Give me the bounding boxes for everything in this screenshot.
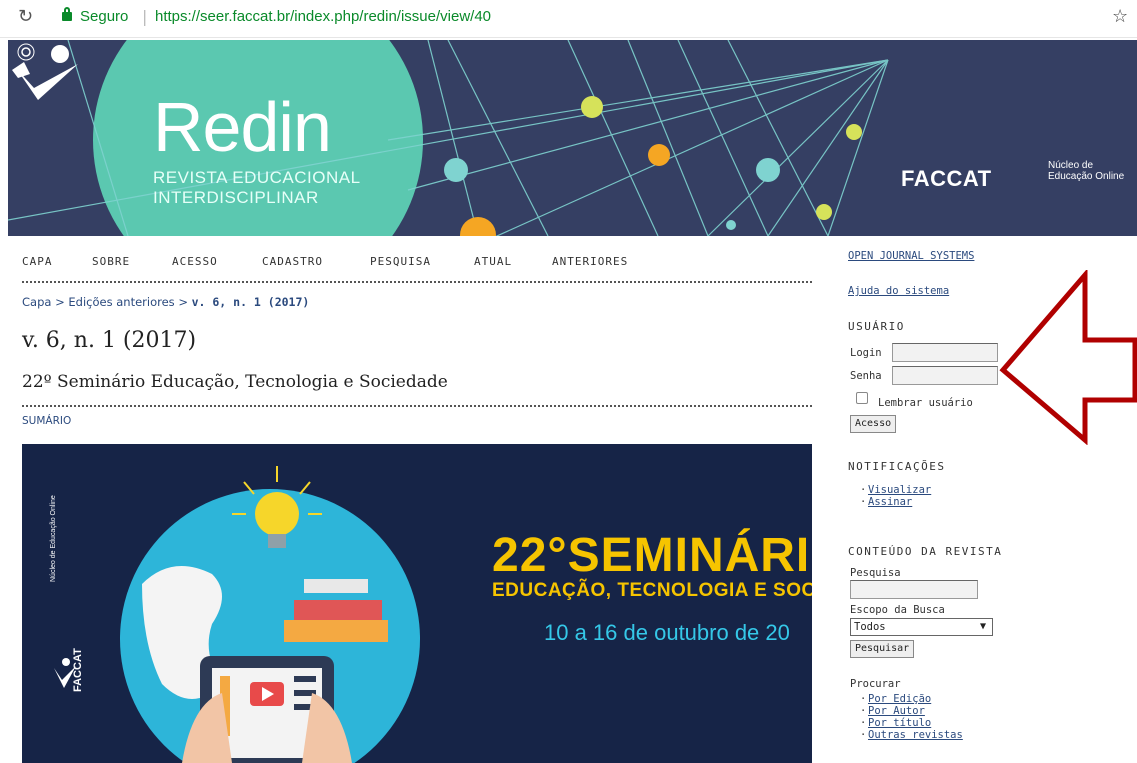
remember-label: Lembrar usuário bbox=[878, 397, 973, 409]
cover-side-faccat: FACCAT bbox=[72, 648, 84, 692]
journal-logo-subtitle-1: REVISTA EDUCACIONAL bbox=[153, 168, 361, 187]
address-separator: | bbox=[142, 7, 148, 26]
main-nav: CAPA SOBRE ACESSO CADASTRO PESQUISA ATUA… bbox=[22, 255, 812, 283]
cover-event-subtitle: EDUCAÇÃO, TECNOLOGIA E SOC bbox=[492, 580, 812, 601]
notifications-subscribe-link[interactable]: Assinar bbox=[868, 496, 912, 508]
search-button[interactable]: Pesquisar bbox=[850, 640, 915, 658]
list-item: · Outras revistas bbox=[860, 729, 963, 741]
browse-by-author-link[interactable]: Por Autor bbox=[868, 705, 925, 717]
list-item: · Visualizar bbox=[860, 484, 932, 496]
breadcrumb-archive[interactable]: Edições anteriores bbox=[68, 295, 174, 309]
breadcrumb-home[interactable]: Capa bbox=[22, 295, 51, 309]
cover-side-nucleo: Núcleo de Educação Online bbox=[50, 495, 57, 582]
toc-heading: SUMÁRIO bbox=[22, 415, 72, 427]
browse-label: Procurar bbox=[850, 678, 901, 690]
divider bbox=[22, 405, 812, 407]
lock-icon bbox=[62, 7, 72, 21]
dropdown-arrow-icon: ▼ bbox=[979, 621, 986, 632]
secure-label: Seguro bbox=[80, 8, 129, 25]
notifications-heading: NOTIFICAÇÕES bbox=[848, 460, 946, 473]
ojs-link[interactable]: OPEN JOURNAL SYSTEMS bbox=[848, 250, 974, 262]
faccat-logo-text: FACCAT bbox=[901, 166, 992, 191]
nav-anteriores[interactable]: ANTERIORES bbox=[552, 255, 628, 268]
issue-cover-image: 22°SEMINÁRIO EDUCAÇÃO, TECNOLOGIA E SOC … bbox=[22, 444, 812, 763]
login-label: Login bbox=[850, 347, 882, 359]
journal-logo-title: Redin bbox=[153, 88, 332, 166]
nav-cadastro[interactable]: CADASTRO bbox=[262, 255, 323, 268]
page-title: v. 6, n. 1 (2017) bbox=[22, 328, 197, 353]
breadcrumb-sep-2: > bbox=[178, 295, 188, 309]
nucleo-line-2: Educação Online bbox=[1048, 171, 1125, 182]
help-link[interactable]: Ajuda do sistema bbox=[848, 285, 949, 297]
content-heading: CONTEÚDO DA REVISTA bbox=[848, 545, 1003, 558]
scope-label: Escopo da Busca bbox=[850, 604, 945, 616]
browse-other-journals-link[interactable]: Outras revistas bbox=[868, 729, 963, 741]
url-field[interactable]: https://seer.faccat.br/index.php/redin/i… bbox=[155, 8, 491, 25]
user-heading: USUÁRIO bbox=[848, 320, 905, 333]
search-label: Pesquisa bbox=[850, 567, 901, 579]
browse-by-issue-link[interactable]: Por Edição bbox=[868, 693, 931, 705]
breadcrumb-sep-1: > bbox=[55, 295, 65, 309]
notifications-list: · Visualizar · Assinar bbox=[860, 484, 931, 508]
annotation-arrow-icon bbox=[999, 270, 1137, 445]
nav-pesquisa[interactable]: PESQUISA bbox=[370, 255, 431, 268]
login-button[interactable]: Acesso bbox=[850, 415, 897, 433]
list-item: · Por Autor bbox=[860, 705, 925, 717]
cover-event-dates: 10 a 16 de outubro de 20 bbox=[544, 620, 790, 645]
password-field[interactable] bbox=[892, 366, 998, 385]
nav-atual[interactable]: ATUAL bbox=[474, 255, 512, 268]
list-item: · Por Edição bbox=[860, 693, 932, 705]
browse-list: · Por Edição · Por Autor · Por título · Outr… bbox=[860, 693, 963, 741]
login-field[interactable] bbox=[892, 343, 998, 362]
breadcrumb-current[interactable]: v. 6, n. 1 (2017) bbox=[192, 295, 310, 309]
notifications-view-link[interactable]: Visualizar bbox=[868, 484, 931, 496]
nav-capa[interactable]: CAPA bbox=[22, 255, 53, 268]
scope-select[interactable]: Todos ▼ bbox=[850, 618, 993, 636]
search-input[interactable] bbox=[850, 580, 978, 599]
scope-selected: Todos bbox=[854, 621, 886, 633]
journal-logo[interactable]: Redin REVISTA EDUCACIONAL INTERDISCIPLIN… bbox=[153, 92, 361, 208]
list-item: · Assinar bbox=[860, 496, 913, 508]
breadcrumb: Capa > Edições anteriores > v. 6, n. 1 (… bbox=[22, 295, 309, 309]
nucleo-logo-icon bbox=[12, 43, 35, 78]
star-icon[interactable]: ☆ bbox=[1112, 6, 1128, 27]
password-label: Senha bbox=[850, 370, 882, 382]
browser-address-bar: ↻ Seguro | https://seer.faccat.br/index.… bbox=[0, 0, 1137, 38]
nav-sobre[interactable]: SOBRE bbox=[92, 255, 130, 268]
nucleo-logo-text: Núcleo de Educação Online bbox=[1048, 160, 1124, 182]
list-item: · Por título bbox=[860, 717, 932, 729]
cover-illustration bbox=[54, 466, 420, 763]
nucleo-line-1: Núcleo de bbox=[1048, 160, 1094, 171]
issue-subtitle: 22º Seminário Educação, Tecnologia e Soc… bbox=[22, 372, 448, 392]
browse-by-title-link[interactable]: Por título bbox=[868, 717, 931, 729]
remember-checkbox[interactable] bbox=[856, 392, 868, 404]
journal-banner: Redin REVISTA EDUCACIONAL INTERDISCIPLIN… bbox=[8, 40, 1137, 236]
cover-event-title: 22°SEMINÁRIO bbox=[492, 529, 812, 582]
nav-acesso[interactable]: ACESSO bbox=[172, 255, 218, 268]
journal-logo-subtitle-2: INTERDISCIPLINAR bbox=[153, 188, 319, 207]
reload-icon[interactable]: ↻ bbox=[18, 6, 33, 27]
